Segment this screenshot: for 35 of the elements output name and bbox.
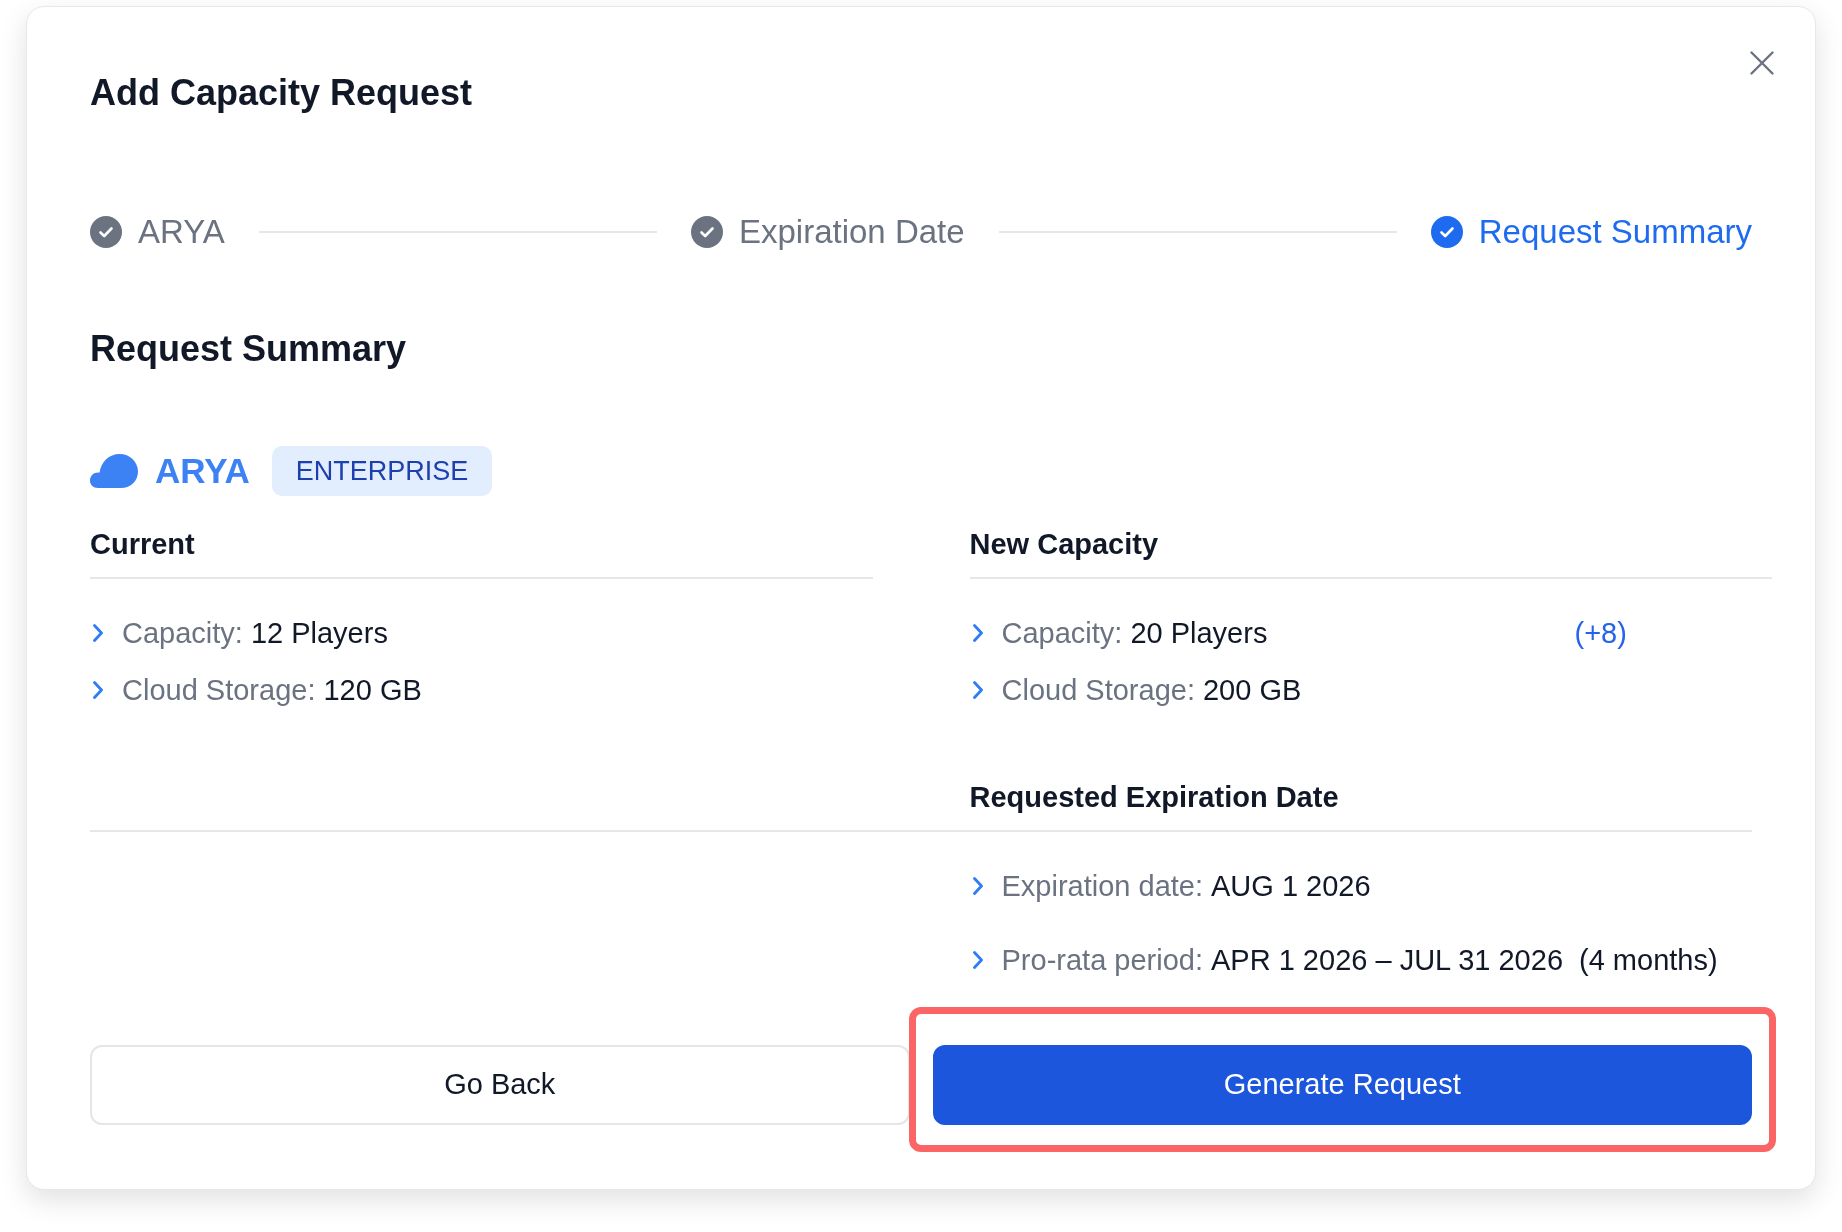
step-label: Request Summary	[1478, 212, 1752, 252]
chevron-icon	[93, 681, 103, 699]
item-value: 120 GB	[323, 673, 422, 708]
section-heading: Request Summary	[90, 327, 407, 371]
product-name: ARYA	[155, 450, 250, 492]
chevron-icon	[972, 681, 983, 699]
item-label: Capacity:	[1001, 616, 1123, 651]
item-label: Cloud Storage:	[122, 673, 316, 708]
chevron-icon	[972, 951, 983, 969]
item-value: 200 GB	[1202, 673, 1302, 708]
item-label: Expiration date:	[1001, 869, 1203, 904]
item-label: Capacity:	[122, 616, 243, 651]
change-value: (+8)	[1574, 616, 1627, 651]
chevron-icon	[972, 877, 983, 895]
item-value: APR 1 2026 – JUL 31 2026	[1211, 943, 1563, 978]
item-value: 20 Players	[1130, 616, 1268, 651]
dialog-title: Add Capacity Request	[90, 73, 473, 113]
back-button[interactable]: Go Back	[90, 1045, 910, 1125]
column-heading: Current	[90, 527, 195, 561]
chevron-icon	[93, 624, 103, 642]
item-value: AUG 1 2026	[1211, 869, 1371, 904]
step-label: ARYA	[138, 212, 225, 252]
item-label: Pro-rata period:	[1001, 943, 1203, 978]
plan-badge: ENTERPRISE	[271, 446, 493, 496]
column-heading: New Capacity	[969, 527, 1159, 561]
close-button[interactable]	[1750, 51, 1774, 75]
cloud-icon	[90, 454, 138, 488]
close-icon	[1750, 51, 1774, 75]
step-label: Expiration Date	[738, 212, 965, 252]
column-heading: Requested Expiration Date	[969, 780, 1339, 814]
item-label: Cloud Storage:	[1001, 673, 1195, 708]
generate-request-button[interactable]: Generate Request	[932, 1045, 1752, 1125]
item-note: (4 months)	[1579, 943, 1718, 978]
item-value: 12 Players	[250, 616, 388, 651]
chevron-icon	[972, 624, 983, 642]
